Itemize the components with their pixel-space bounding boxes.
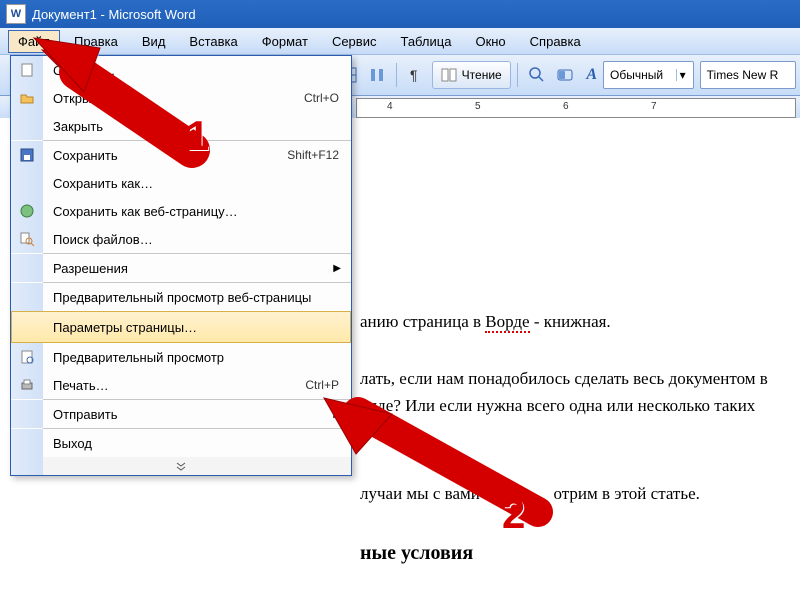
submenu-arrow-icon: ▶ — [333, 409, 351, 420]
search-files-icon — [19, 231, 35, 247]
menu-item-page-setup[interactable]: Параметры страницы… — [11, 311, 351, 343]
menu-item-close[interactable]: Закрыть — [11, 112, 351, 140]
reading-label: Чтение — [462, 68, 502, 82]
style-combo-value: Обычный — [610, 68, 663, 82]
zoom-icon[interactable] — [524, 61, 550, 89]
menu-item-send[interactable]: Отправить ▶ — [11, 400, 351, 428]
show-nonprinting-icon[interactable]: ¶ — [403, 61, 429, 89]
folder-open-icon — [19, 90, 35, 106]
document-text: анию страница в Ворде - книжная. — [360, 308, 800, 335]
callout-number-1: 1 — [186, 112, 209, 160]
font-combo[interactable]: Times New R — [700, 61, 796, 89]
reading-layout-button[interactable]: Чтение — [432, 61, 511, 89]
new-doc-icon — [19, 62, 35, 78]
print-icon — [19, 377, 35, 393]
menu-item-save-web[interactable]: Сохранить как веб-страницу… — [11, 197, 351, 225]
document-text: лать, если нам понадобилось сделать весь… — [360, 365, 800, 392]
file-menu-dropdown: Создать… Открыть… Ctrl+O Закрыть Сохрани… — [10, 55, 352, 476]
save-web-icon — [19, 203, 35, 219]
save-icon — [19, 147, 35, 163]
menu-table[interactable]: Таблица — [390, 30, 461, 53]
columns-icon[interactable] — [364, 61, 390, 89]
menu-expand-chevron[interactable] — [11, 457, 351, 475]
toolbar-separator — [517, 63, 518, 87]
chevron-down-icon: ▾ — [676, 69, 689, 81]
menu-item-exit[interactable]: Выход — [11, 429, 351, 457]
menu-file[interactable]: Файл — [8, 30, 60, 53]
callout-number-2: 2 — [502, 490, 525, 538]
menu-window[interactable]: Окно — [465, 30, 515, 53]
menu-item-preview-web[interactable]: Предварительный просмотр веб-страницы — [11, 283, 351, 311]
menu-edit[interactable]: Правка — [64, 30, 128, 53]
horizontal-ruler[interactable]: 4 5 6 7 — [356, 98, 796, 118]
chevron-down-icon — [175, 461, 187, 471]
menu-item-save[interactable]: Сохранить Shift+F12 — [11, 141, 351, 169]
menu-item-create[interactable]: Создать… — [11, 56, 351, 84]
ruler-tick: 6 — [563, 101, 569, 112]
menu-item-save-as[interactable]: Сохранить как… — [11, 169, 351, 197]
submenu-arrow-icon: ▶ — [333, 263, 351, 274]
menu-view[interactable]: Вид — [132, 30, 176, 53]
toggle-icon[interactable] — [552, 61, 578, 89]
ruler-tick: 4 — [387, 101, 393, 112]
ruler-tick: 7 — [651, 101, 657, 112]
style-format-icon[interactable]: A — [586, 66, 597, 84]
preview-icon — [19, 349, 35, 365]
document-text: лучаи мы с вами и раотрим в этой статье. — [360, 480, 800, 507]
menu-insert[interactable]: Вставка — [179, 30, 247, 53]
ruler-tick: 5 — [475, 101, 481, 112]
menubar: Файл Правка Вид Вставка Формат Сервис Та… — [0, 28, 800, 55]
menu-item-preview[interactable]: Предварительный просмотр — [11, 343, 351, 371]
titlebar: W Документ1 - Microsoft Word — [0, 0, 800, 28]
font-combo-value: Times New R — [707, 68, 779, 82]
window-title: Документ1 - Microsoft Word — [32, 7, 196, 22]
menu-item-open[interactable]: Открыть… Ctrl+O — [11, 84, 351, 112]
menu-format[interactable]: Формат — [252, 30, 318, 53]
menu-help[interactable]: Справка — [520, 30, 591, 53]
word-app-icon: W — [6, 4, 26, 24]
menu-item-print[interactable]: Печать… Ctrl+P — [11, 371, 351, 399]
style-combo[interactable]: Обычный ▾ — [603, 61, 694, 89]
menu-item-search-files[interactable]: Поиск файлов… — [11, 225, 351, 253]
menu-service[interactable]: Сервис — [322, 30, 387, 53]
document-heading: ные условия — [360, 537, 800, 569]
toolbar-separator — [396, 63, 397, 87]
svg-text:¶: ¶ — [410, 67, 418, 83]
document-text: виде? Или если нужна всего одна или неск… — [360, 392, 800, 419]
menu-item-permissions[interactable]: Разрешения ▶ — [11, 254, 351, 282]
